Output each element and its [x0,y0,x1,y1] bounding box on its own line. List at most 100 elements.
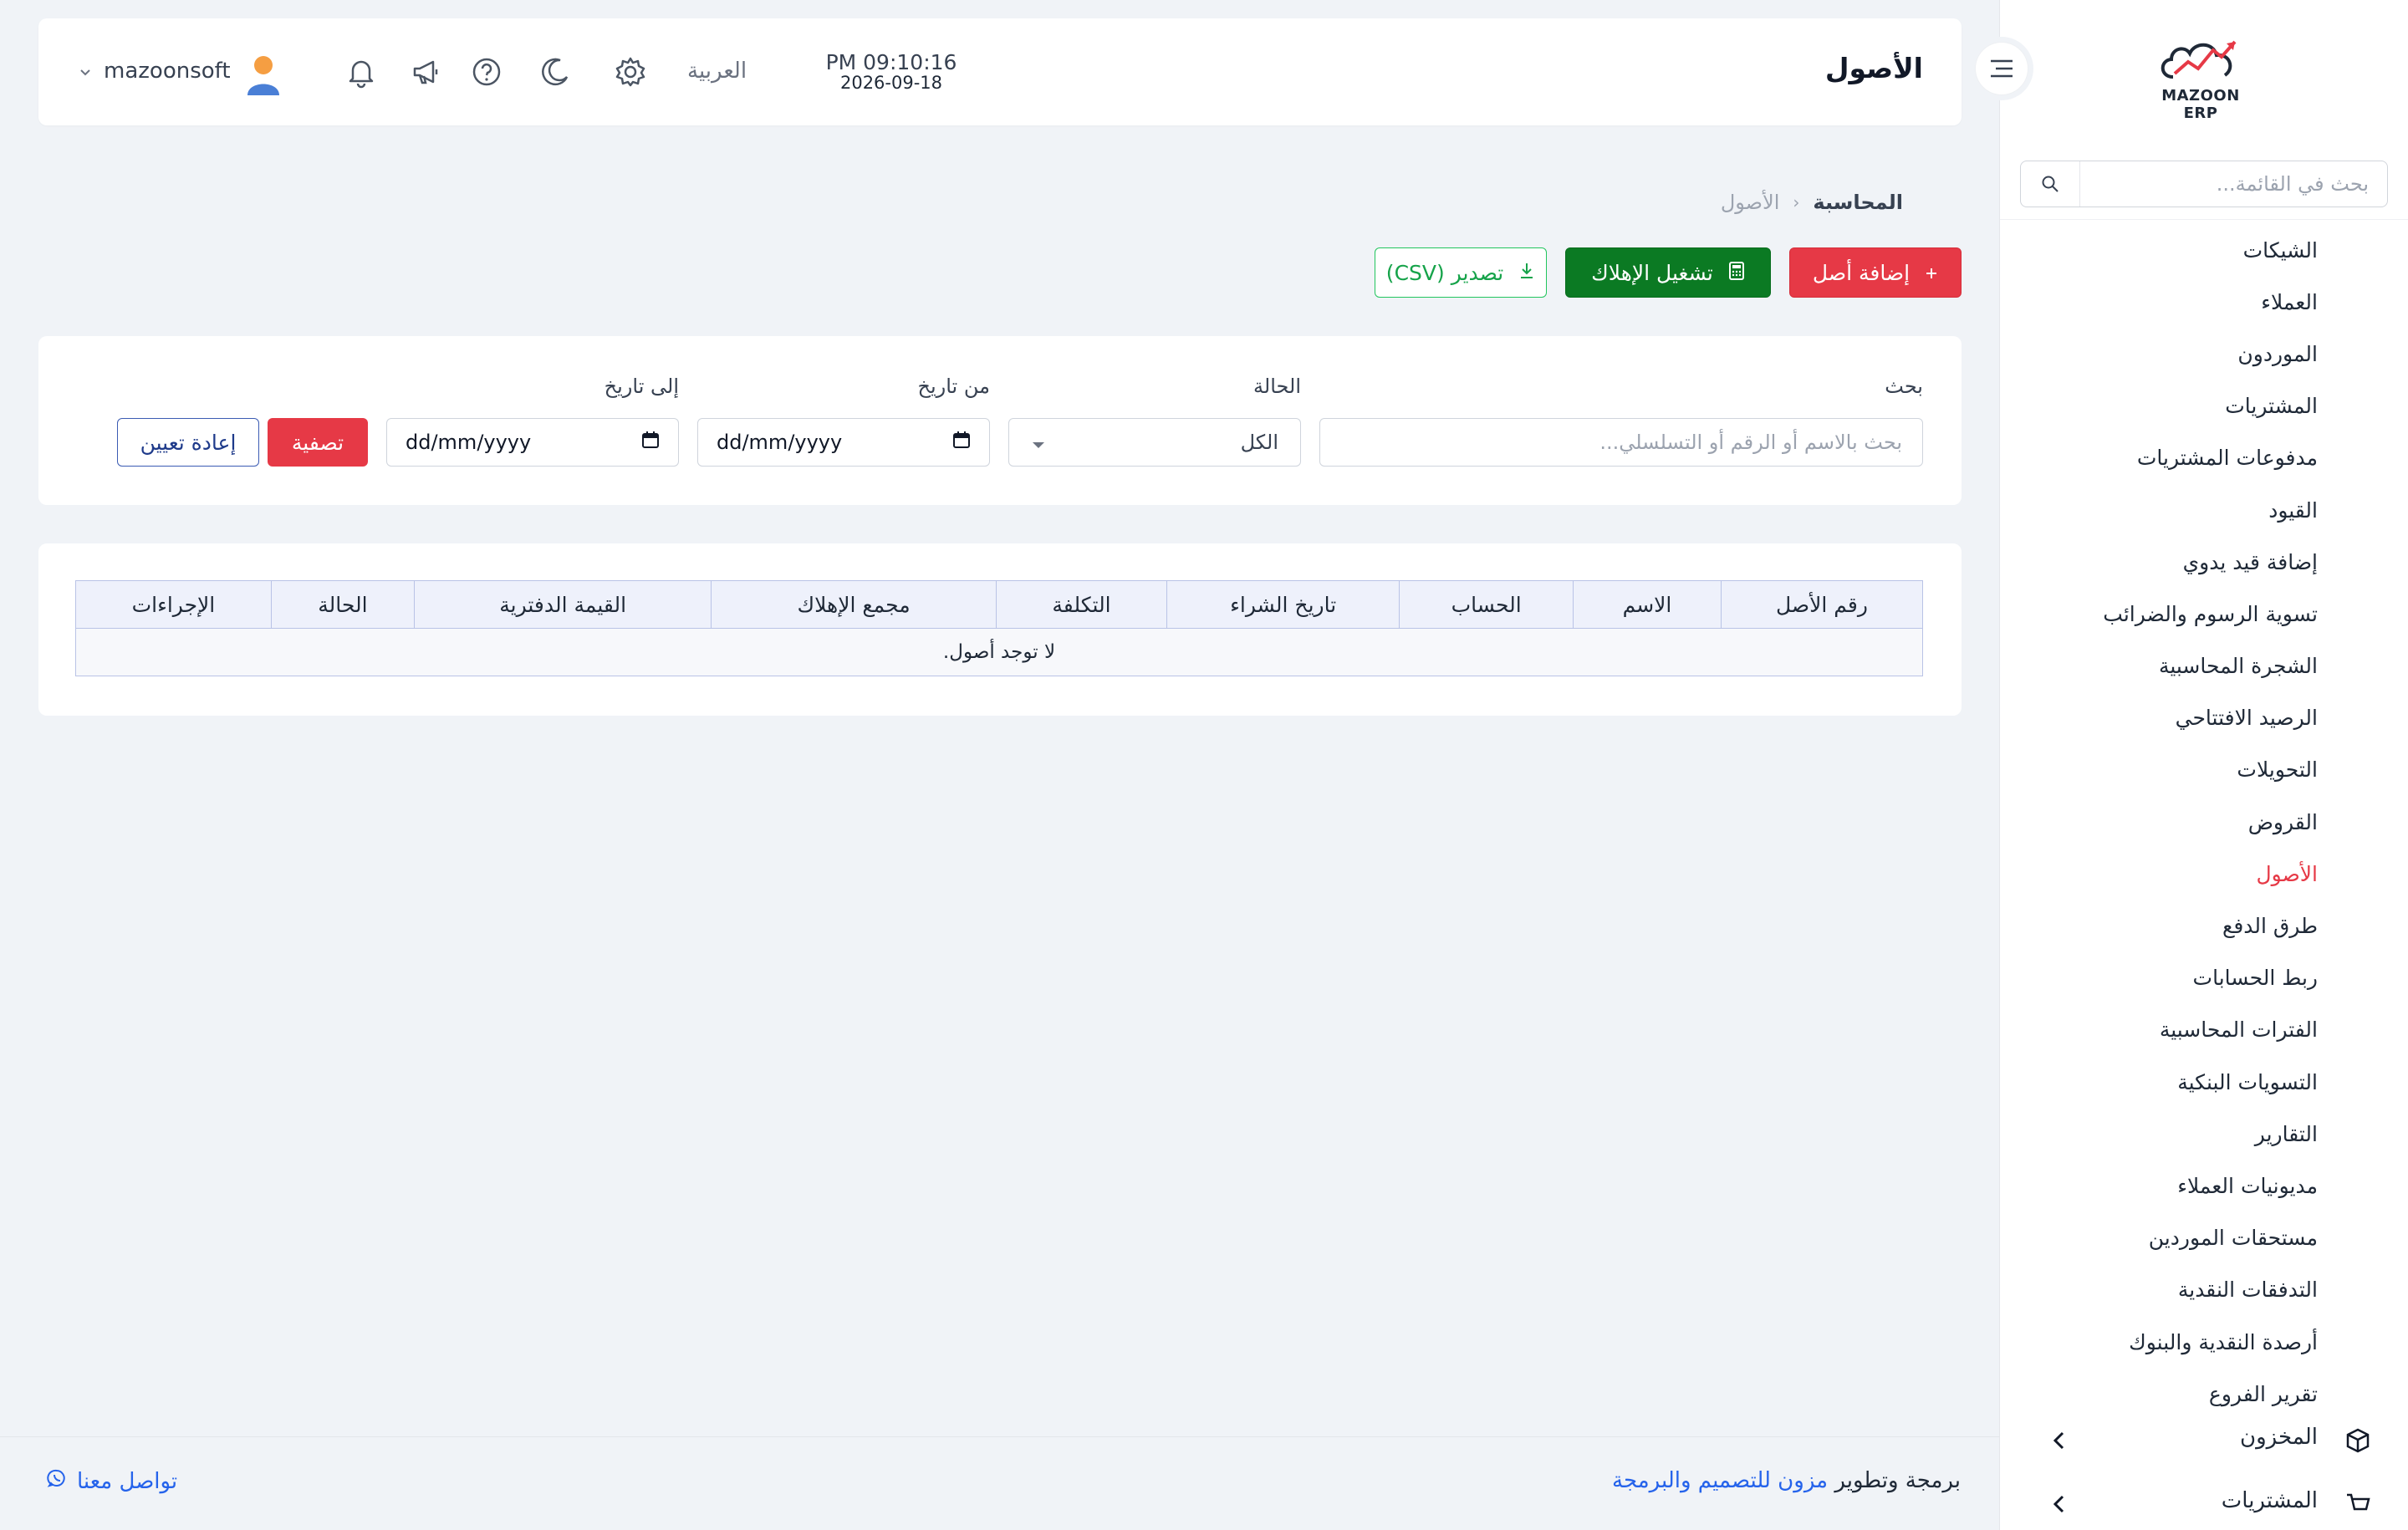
sidebar-item-opening-balance[interactable]: الرصيد الافتتاحي [2008,692,2318,744]
app-logo[interactable]: MAZOON ERP [2142,35,2259,122]
to-date-value: dd/mm/yyyy [406,431,532,454]
sidebar-item-loans[interactable]: القروض [2008,796,2318,848]
cart-icon [2344,1491,2371,1523]
plus-icon [1925,261,1938,285]
from-date-value: dd/mm/yyyy [717,431,843,454]
to-date-label: إلى تاريخ [604,375,679,398]
sidebar-item-purchases[interactable]: المشتريات [2008,380,2318,432]
table-row: لا توجد أصول. [75,628,1923,676]
sidebar-group-label: المخزون [2240,1425,2318,1450]
box-icon [2344,1427,2371,1460]
sidebar-item-fees-taxes[interactable]: تسوية الرسوم والضرائب [2008,588,2318,640]
sidebar-item-customers[interactable]: العملاء [2008,276,2318,328]
clock-date: 2026-09-18 [839,73,943,93]
column-actions: الإجراءات [75,580,272,629]
page-title: الأصول [1824,52,1923,84]
sidebar-item-journal-entries[interactable]: القيود [2008,484,2318,536]
sidebar-item-cash-flows[interactable]: التدفقات النقدية [2008,1264,2318,1316]
sidebar-group-next[interactable]: المشتريات [2000,1478,2408,1530]
sidebar-item-suppliers[interactable]: الموردون [2008,328,2318,380]
sidebar-item-account-linking[interactable]: ربط الحسابات [2008,952,2318,1004]
reset-button[interactable]: إعادة تعيين [117,418,259,467]
sidebar-item-transfers[interactable]: التحويلات [2008,744,2318,796]
top-header: الأصول PM 09:10:16 2026-09-18 العربية ma… [38,18,1962,125]
breadcrumb: المحاسبة ‹ الأصول [1721,191,1903,214]
sidebar-menu: الشيكات العملاء الموردون المشتريات مدفوع… [2008,224,2318,1420]
column-accumulated-depreciation[interactable]: مجمع الإهلاك [711,580,997,629]
filter-button[interactable]: تصفية [268,418,368,467]
table-header-row: رقم الأصل الاسم الحساب تاريخ الشراء التك… [75,580,1924,629]
user-menu[interactable]: mazoonsoft [79,59,231,84]
sidebar-item-customer-debts[interactable]: مديونيات العملاء [2008,1160,2318,1211]
avatar[interactable] [244,54,283,95]
megaphone-icon[interactable] [408,54,445,90]
footer-credit-prefix: برمجة وتطوير [1834,1468,1962,1493]
breadcrumb-root[interactable]: المحاسبة [1813,191,1903,214]
chevron-left-icon [2050,1430,2069,1457]
footer-divider [0,1436,2000,1437]
sidebar-item-branch-report[interactable]: تقرير الفروع [2008,1368,2318,1420]
add-asset-label: إضافة أصل [1812,260,1911,285]
assets-table-card: رقم الأصل الاسم الحساب تاريخ الشراء التك… [38,543,1962,716]
assets-table: رقم الأصل الاسم الحساب تاريخ الشراء التك… [75,580,1924,676]
column-status[interactable]: الحالة [270,580,416,629]
clock: PM 09:10:16 2026-09-18 [791,50,992,93]
sidebar-item-cash-bank-balances[interactable]: أرصدة النقدية والبنوك [2008,1316,2318,1368]
sidebar-item-assets[interactable]: الأصول [2008,848,2318,900]
calendar-icon[interactable] [641,431,660,454]
sidebar-divider [2000,219,2408,220]
calendar-icon[interactable] [952,431,971,454]
asset-search-input[interactable]: بحث بالاسم أو الرقم أو التسلسلي... [1319,418,1923,467]
search-icon[interactable] [2021,161,2080,207]
sidebar-item-payment-methods[interactable]: طرق الدفع [2008,900,2318,951]
run-depreciation-label: تشغيل الإهلاك [1591,260,1713,285]
sidebar-item-manual-entry[interactable]: إضافة قيد يدوي [2008,536,2318,588]
logo-cloud-icon [2161,40,2237,79]
column-name[interactable]: الاسم [1573,580,1722,629]
footer-credit-link[interactable]: مزون للتصميم والبرمجة [1612,1468,1828,1493]
sidebar-item-bank-reconciliations[interactable]: التسويات البنكية [2008,1056,2318,1108]
column-asset-number[interactable]: رقم الأصل [1720,580,1924,629]
sidebar-toggle-button[interactable] [1970,37,2033,100]
logo-text: MAZOON ERP [2161,87,2240,122]
chevron-left-icon [2050,1493,2069,1521]
sidebar-item-chart-of-accounts[interactable]: الشجرة المحاسبية [2008,640,2318,692]
sidebar-item-supplier-dues[interactable]: مستحقات الموردين [2008,1212,2318,1264]
contact-us-link[interactable]: تواصل معنا [47,1468,177,1494]
sidebar-search-input[interactable] [2080,163,2387,205]
filter-panel: بحث الحالة من تاريخ إلى تاريخ بحث بالاسم… [38,336,1962,505]
sidebar-group-label: المشتريات [2221,1488,2318,1513]
sidebar-item-cheques[interactable]: الشيكات [2008,224,2318,276]
column-book-value[interactable]: القيمة الدفترية [414,580,712,629]
footer-credit: برمجة وتطوير مزون للتصميم والبرمجة [1612,1468,1961,1493]
export-csv-button[interactable]: تصدير (CSV) [1375,247,1547,298]
sidebar-item-fiscal-periods[interactable]: الفترات المحاسبية [2008,1004,2318,1056]
from-date-input[interactable]: dd/mm/yyyy [697,418,990,467]
sidebar-item-reports[interactable]: التقارير [2008,1108,2318,1160]
bell-icon[interactable] [343,54,380,90]
run-depreciation-button[interactable]: تشغيل الإهلاك [1565,247,1771,298]
help-icon[interactable] [468,54,505,90]
sidebar: MAZOON ERP الشيكات العملاء الموردون المش… [1999,0,2408,1530]
settings-icon[interactable] [612,54,649,90]
language-switch[interactable]: العربية [687,59,747,84]
to-date-input[interactable]: dd/mm/yyyy [386,418,679,467]
search-label: بحث [1885,375,1923,398]
add-asset-button[interactable]: إضافة أصل [1789,247,1962,298]
sidebar-item-purchase-payments[interactable]: مدفوعات المشتريات [2008,432,2318,484]
contact-us-label: تواصل معنا [77,1468,178,1494]
column-cost[interactable]: التكلفة [995,580,1168,629]
sidebar-group-inventory[interactable]: المخزون [2000,1415,2408,1466]
sidebar-search [2020,161,2388,207]
breadcrumb-current: الأصول [1720,191,1780,214]
column-purchase-date[interactable]: تاريخ الشراء [1166,580,1400,629]
menu-lines-icon [1976,43,2028,94]
moon-icon[interactable] [537,54,574,90]
column-account[interactable]: الحساب [1399,580,1574,629]
whatsapp-icon [47,1468,67,1494]
calculator-icon [1728,261,1745,285]
status-select[interactable]: الكل [1008,418,1301,467]
clock-time: PM 09:10:16 [825,50,957,74]
from-date-label: من تاريخ [917,375,990,398]
status-label: الحالة [1253,375,1301,398]
